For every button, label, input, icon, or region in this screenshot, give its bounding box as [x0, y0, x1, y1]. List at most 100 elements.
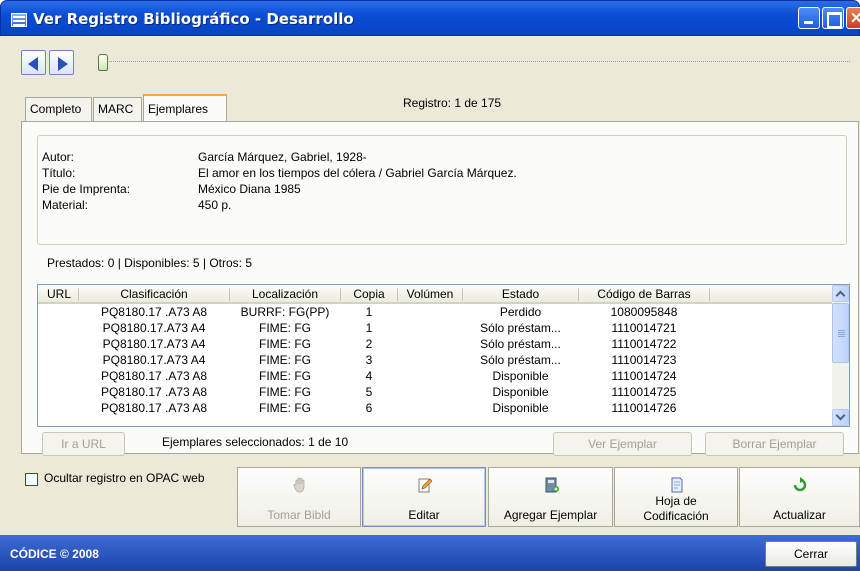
hoja-codificacion-button[interactable]: Hoja de Codificación — [614, 467, 738, 527]
table-cell: 6 — [365, 401, 373, 415]
tab-marc[interactable]: MARC — [93, 97, 142, 121]
grip-line — [838, 332, 845, 333]
table-row[interactable]: PQ8180.17.A73 A4 FIME: FG 3 Sólo préstam...… — [38, 353, 832, 369]
table-cell: FIME: FG — [259, 321, 311, 335]
maximize-button[interactable] — [822, 7, 844, 29]
table-cell: 1110014726 — [611, 401, 677, 415]
ver-ejemplar-button[interactable]: Ver Ejemplar — [553, 432, 692, 456]
title-bar: Ver Registro Bibliográfico - Desarrollo — [0, 0, 860, 36]
table-row[interactable]: PQ8180.17.A73 A4 FIME: FG 2 Sólo préstam...… — [38, 337, 832, 353]
chevron-up-icon — [835, 290, 846, 301]
tab-completo[interactable]: Completo — [25, 97, 92, 121]
editar-button[interactable]: Editar — [362, 467, 486, 527]
table-cell: 1110014725 — [611, 385, 677, 399]
table-cell: 1110014724 — [611, 369, 677, 383]
actualizar-label: Actualizar — [773, 508, 826, 522]
ir-url-button[interactable]: Ir a URL — [42, 432, 125, 456]
grip-line — [838, 334, 845, 335]
cerrar-button[interactable]: Cerrar — [765, 541, 857, 567]
table-cell: PQ8180.17.A73 A4 — [102, 337, 206, 351]
selected-count: Ejemplares seleccionados: 1 de 10 — [162, 435, 349, 449]
grip-line — [838, 336, 845, 337]
hoja-codificacion-label: Hoja de Codificación — [643, 494, 709, 523]
table-header: URL Clasificación Localización Copia Vol… — [38, 285, 832, 304]
tab-ejemplares[interactable]: Ejemplares — [143, 94, 227, 122]
previous-record-button[interactable] — [21, 50, 46, 75]
table-cell: 1 — [365, 305, 373, 319]
coding-sheet-icon — [671, 477, 683, 493]
imprint-value: México Diana 1985 — [198, 182, 301, 196]
material-value: 450 p. — [198, 198, 232, 212]
hide-opac-label: Ocultar registro en OPAC web — [44, 471, 205, 485]
table-cell: 1110014721 — [611, 321, 677, 335]
agregar-ejemplar-button[interactable]: Agregar Ejemplar — [488, 467, 613, 527]
table-cell: PQ8180.17 .A73 A8 — [100, 369, 208, 383]
table-cell: 1 — [365, 321, 373, 335]
col-estado[interactable]: Estado — [463, 287, 578, 301]
table-cell: PQ8180.17.A73 A4 — [102, 321, 206, 335]
table-cell: 4 — [365, 369, 373, 383]
table-cell: FIME: FG — [259, 385, 311, 399]
table-cell: Disponible — [492, 385, 549, 399]
col-url[interactable]: URL — [42, 287, 76, 301]
next-record-button[interactable] — [49, 50, 74, 75]
record-slider-track[interactable] — [102, 61, 850, 63]
table-cell: 2 — [365, 337, 373, 351]
table-cell: 5 — [365, 385, 373, 399]
record-info-box: Autor: García Márquez, Gabriel, 1928- Tí… — [37, 135, 847, 245]
close-window-button[interactable] — [846, 7, 860, 29]
arrow-right-icon — [58, 57, 68, 71]
edit-pencil-icon — [418, 478, 432, 493]
table-cell: 1080095848 — [610, 305, 678, 319]
col-clasificacion[interactable]: Clasificación — [79, 287, 229, 301]
copyright-text: CÓDICE © 2008 — [10, 547, 99, 561]
minimize-button[interactable] — [798, 7, 820, 29]
hand-icon — [293, 477, 305, 493]
arrow-left-icon — [28, 57, 38, 71]
table-cell: FIME: FG — [259, 337, 311, 351]
tomar-bibid-label: Tomar Bibld — [267, 508, 331, 522]
col-localizacion[interactable]: Localización — [230, 287, 340, 301]
add-copy-icon — [545, 477, 559, 493]
borrar-ejemplar-button[interactable]: Borrar Ejemplar — [705, 432, 844, 456]
refresh-icon — [793, 477, 807, 492]
col-copia[interactable]: Copia — [341, 287, 397, 301]
col-codigo[interactable]: Código de Barras — [579, 287, 709, 301]
col-volumen[interactable]: Volúmen — [398, 287, 462, 301]
title-value: El amor en los tiempos del cólera / Gabr… — [198, 166, 517, 180]
table-row[interactable]: PQ8180.17 .A73 A8 BURRF: FG(PP) 1 Perdido 10… — [38, 305, 832, 321]
app-icon — [11, 13, 27, 27]
table-cell: PQ8180.17 .A73 A8 — [100, 385, 208, 399]
scroll-thumb[interactable] — [832, 303, 849, 363]
editar-label: Editar — [408, 508, 440, 522]
scroll-down-button[interactable] — [832, 409, 849, 426]
hide-opac-checkbox[interactable] — [25, 473, 38, 486]
author-label: Autor: — [42, 150, 75, 164]
column-divider — [709, 288, 710, 301]
table-cell: 3 — [365, 353, 373, 367]
chevron-down-icon — [835, 410, 846, 421]
record-slider-thumb[interactable] — [98, 54, 108, 71]
table-cell: FIME: FG — [259, 401, 311, 415]
table-cell: BURRF: FG(PP) — [240, 305, 330, 319]
table-cell: 1110014722 — [611, 337, 677, 351]
table-row[interactable]: PQ8180.17.A73 A4 FIME: FG 1 Sólo préstam...… — [38, 321, 832, 337]
table-cell: Sólo préstam... — [480, 337, 561, 351]
actualizar-button[interactable]: Actualizar — [739, 467, 860, 527]
copies-table[interactable]: URL Clasificación Localización Copia Vol… — [37, 284, 850, 427]
material-label: Material: — [42, 198, 89, 212]
table-cell: PQ8180.17.A73 A4 — [102, 353, 206, 367]
table-cell: PQ8180.17 .A73 A8 — [100, 401, 208, 415]
table-row[interactable]: PQ8180.17 .A73 A8 FIME: FG 4 Disponible 1110… — [38, 369, 832, 385]
window-title: Ver Registro Bibliográfico - Desarrollo — [33, 10, 354, 28]
table-cell: Sólo préstam... — [480, 353, 561, 367]
scroll-up-button[interactable] — [832, 285, 849, 302]
table-scrollbar[interactable] — [832, 285, 849, 426]
table-row[interactable]: PQ8180.17 .A73 A8 FIME: FG 5 Disponible 1110… — [38, 385, 832, 401]
table-row[interactable]: PQ8180.17 .A73 A8 FIME: FG 6 Disponible 1110… — [38, 401, 832, 417]
footer-bar: CÓDICE © 2008 — [0, 535, 860, 571]
table-cell: FIME: FG — [259, 353, 311, 367]
tomar-bibid-button[interactable]: Tomar Bibld — [237, 467, 361, 527]
author-value: García Márquez, Gabriel, 1928- — [198, 150, 367, 164]
table-cell: FIME: FG — [259, 369, 311, 383]
